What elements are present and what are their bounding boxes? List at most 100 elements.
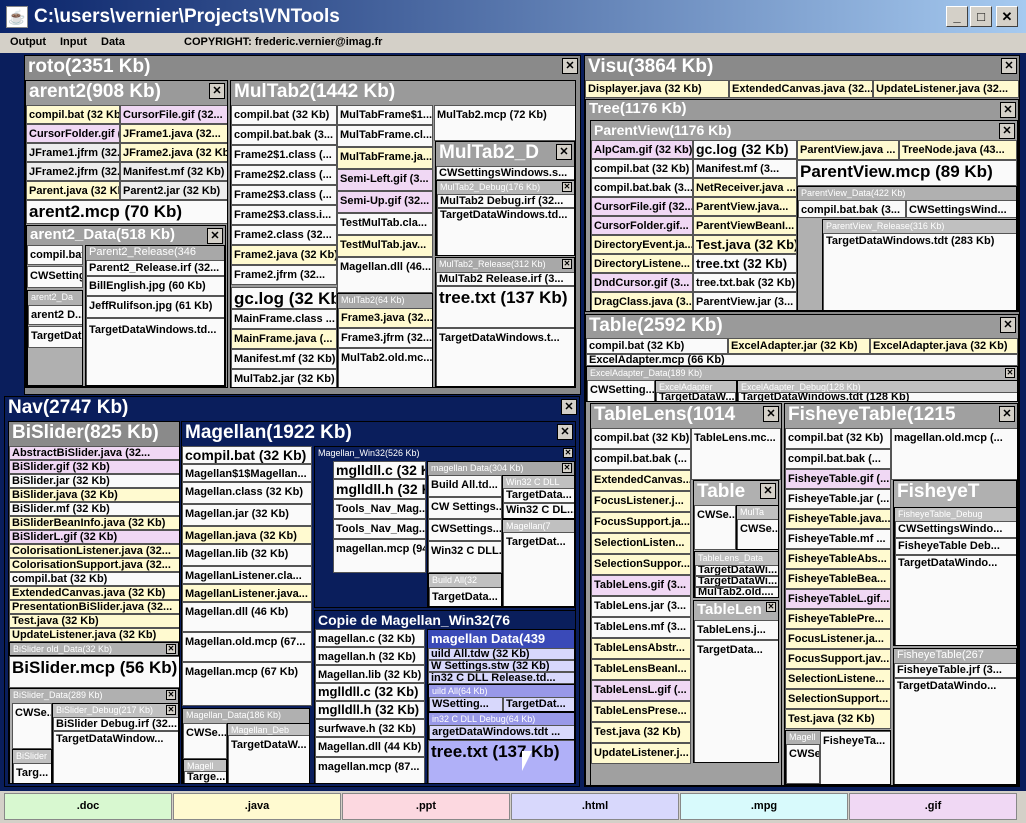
close-icon[interactable]: ✕: [561, 399, 577, 415]
file-item[interactable]: compil.bat (32 Kb): [26, 105, 120, 124]
file-item[interactable]: magellan.h (32 Kb): [315, 647, 425, 665]
file-item[interactable]: MulTabFrame.cl...: [337, 125, 433, 147]
close-icon[interactable]: ✕: [166, 690, 176, 700]
file-item[interactable]: Manifest.mf (3...: [693, 159, 797, 178]
file-item[interactable]: ParentView.jar (3...: [693, 292, 797, 310]
file-item[interactable]: Frame2$3.class.i...: [231, 205, 337, 225]
close-icon[interactable]: ✕: [763, 406, 779, 422]
file-item[interactable]: compil.bat (32 Kb): [9, 572, 179, 586]
folder-magellan[interactable]: Magellan(1922 Kb) ✕ compil.bat (32 Kb) M…: [181, 421, 576, 784]
folder-multab2-release[interactable]: MulTab2_Release(312 Kb) ✕ MulTab2 Releas…: [435, 257, 575, 387]
file-item[interactable]: FisheyeTableL.gif...: [785, 589, 891, 609]
file-item[interactable]: argetDataWindows.tdt ...: [429, 725, 574, 739]
file-item[interactable]: BiSliderL.gif (32 Kb): [9, 530, 179, 544]
folder-multab2[interactable]: MulTab2(1442 Kb) compil.bat (32 Kb) comp…: [230, 80, 576, 388]
file-item[interactable]: compil.bat.bak (3...: [231, 125, 337, 145]
file-item[interactable]: Magellan.java (32 Kb): [182, 526, 312, 544]
file-item[interactable]: TargetDataWindo...: [895, 555, 1016, 645]
file-item[interactable]: Magellan.dll (46 Kb): [182, 602, 312, 632]
file-item[interactable]: Magellan.class (32 Kb): [182, 482, 312, 504]
file-item[interactable]: mglldll.h (32 Kb): [333, 479, 426, 499]
close-icon[interactable]: ✕: [207, 228, 223, 244]
file-item[interactable]: MagellanListener.cla...: [182, 566, 312, 584]
file-item[interactable]: Semi-Left.gif (3...: [337, 169, 433, 191]
file-item[interactable]: TargetDat...: [503, 532, 574, 606]
close-icon[interactable]: ✕: [562, 58, 578, 74]
file-item[interactable]: TargetData...: [694, 640, 778, 762]
file-item[interactable]: ParentView.mcp (89 Kb): [797, 160, 1017, 186]
file-item[interactable]: FisheyeTable Deb...: [895, 538, 1016, 555]
file-item[interactable]: CWSettingsWindows.s...: [436, 166, 574, 180]
legend-java[interactable]: .java: [173, 793, 341, 820]
file-item[interactable]: CWSettings...: [428, 519, 502, 541]
menu-data[interactable]: Data: [101, 36, 125, 48]
file-item[interactable]: Targ...: [13, 763, 51, 783]
file-item[interactable]: Win32 C DLL...: [428, 541, 502, 573]
file-item[interactable]: compil.bat (32 Kb): [231, 105, 337, 125]
folder-bislider[interactable]: BiSlider(825 Kb) AbstractBiSlider.java (…: [8, 421, 180, 784]
menu-output[interactable]: Output: [10, 36, 46, 48]
folder-multab2-debug[interactable]: MulTab2_Debug(176 Kb) ✕ MulTab2 Debug.ir…: [436, 180, 574, 255]
file-item[interactable]: Manifest.mf (32 Kb): [120, 162, 227, 181]
file-item[interactable]: CWSe...: [183, 723, 227, 759]
file-item[interactable]: JFrame2.java (32 Kb): [120, 143, 227, 162]
file-item[interactable]: TargetDataWindows.tdt (128 Kb): [738, 392, 1017, 401]
close-icon[interactable]: ✕: [562, 182, 572, 192]
file-item[interactable]: compil.bat.bak (3...: [798, 200, 906, 218]
file-item[interactable]: tree.txt.bak (32 Kb): [693, 273, 797, 292]
file-item[interactable]: tree.txt (137 Kb): [436, 286, 574, 328]
file-item[interactable]: Frame3.java (32...: [338, 308, 432, 328]
file-item[interactable]: Parent.java (32 Kb): [26, 181, 120, 200]
folder-magellan-7[interactable]: Magellan(7 TargetDat...: [502, 519, 574, 606]
file-item[interactable]: TargetData...: [429, 587, 501, 606]
file-item[interactable]: UpdateListener.java (32...: [873, 80, 1019, 98]
file-item[interactable]: magellan.mcp (94...: [333, 539, 426, 573]
file-item[interactable]: Frame2.class (32...: [231, 225, 337, 245]
close-icon[interactable]: ✕: [166, 705, 176, 715]
close-icon[interactable]: ✕: [999, 406, 1015, 422]
file-item[interactable]: PresentationBiSlider.java (32...: [9, 600, 179, 614]
folder-fisheyetable[interactable]: FisheyeTable(1215 ✕ compil.bat (32 Kb) m…: [784, 403, 1018, 785]
file-item[interactable]: Test.java (32 Kb): [693, 235, 797, 254]
file-item[interactable]: MainFrame.class ...: [231, 309, 337, 329]
file-item[interactable]: CWSettingsWindo...: [895, 521, 1016, 538]
folder-magellan-data[interactable]: Magellan_Data(186 Kb) CWSe... Magell Tar…: [182, 708, 310, 783]
file-item[interactable]: FisheyeTable.jrf (3...: [894, 663, 1016, 678]
file-item[interactable]: TargetData...: [503, 488, 574, 503]
file-item[interactable]: ExtendedCanvas...: [591, 470, 691, 491]
file-item[interactable]: BiSlider.gif (32 Kb): [9, 460, 179, 474]
file-item[interactable]: FocusListener.ja...: [785, 629, 891, 649]
file-item[interactable]: in32 C DLL Release.td...: [428, 672, 574, 684]
folder-bislider-sub[interactable]: BiSlider Targ...: [12, 749, 52, 783]
file-item[interactable]: DirectoryListene...: [591, 254, 693, 273]
file-item[interactable]: JFrame2.jfrm (32...: [26, 162, 120, 181]
file-item[interactable]: TargetDataWindows.t...: [436, 328, 574, 386]
file-item[interactable]: TargetDat...: [503, 697, 574, 711]
file-item[interactable]: ExcelAdapter.mcp (66 Kb): [586, 354, 1018, 366]
file-item[interactable]: CursorFile.gif (32...: [591, 197, 693, 216]
file-item[interactable]: BillEnglish.jpg (60 Kb): [86, 276, 224, 296]
close-icon[interactable]: ✕: [556, 144, 572, 160]
legend-html[interactable]: .html: [511, 793, 679, 820]
file-item[interactable]: TargetDat...: [28, 326, 82, 348]
file-item[interactable]: AlpCam.gif (32 Kb): [591, 140, 693, 159]
folder-nav[interactable]: Nav(2747 Kb) ✕ BiSlider(825 Kb) Abstract…: [4, 396, 580, 787]
file-item[interactable]: Parent2.jar (32 Kb): [120, 181, 227, 200]
folder-tablelens[interactable]: TableLens(1014 ✕ compil.bat (32 Kb) comp…: [590, 403, 782, 785]
file-item[interactable]: Frame2$2.class (...: [231, 165, 337, 185]
close-icon[interactable]: ✕: [1005, 368, 1015, 378]
file-item[interactable]: MulTab2.old....: [695, 587, 778, 597]
legend-mpg[interactable]: .mpg: [680, 793, 848, 820]
folder-build-all[interactable]: Build All(32 TargetData...: [428, 573, 502, 606]
file-item[interactable]: AbstractBiSlider.java (32...: [9, 446, 179, 460]
file-item[interactable]: MagellanListener.java...: [182, 584, 312, 602]
folder-exceladapter-sub[interactable]: ExcelAdapter TargetDataW...: [655, 380, 737, 401]
folder-win32-c-dll[interactable]: Win32 C DLL TargetData... Win32 C DL...: [502, 475, 574, 519]
file-item[interactable]: CWSetting...: [27, 266, 83, 288]
minimize-button[interactable]: _: [946, 6, 968, 27]
file-item[interactable]: FisheyeTablePre...: [785, 609, 891, 629]
file-item[interactable]: compil.bat (32 Kb): [785, 428, 891, 449]
close-icon[interactable]: ✕: [166, 644, 176, 654]
file-item[interactable]: compil.bat.bak (...: [785, 449, 891, 469]
file-item[interactable]: CWSe...: [737, 519, 778, 549]
